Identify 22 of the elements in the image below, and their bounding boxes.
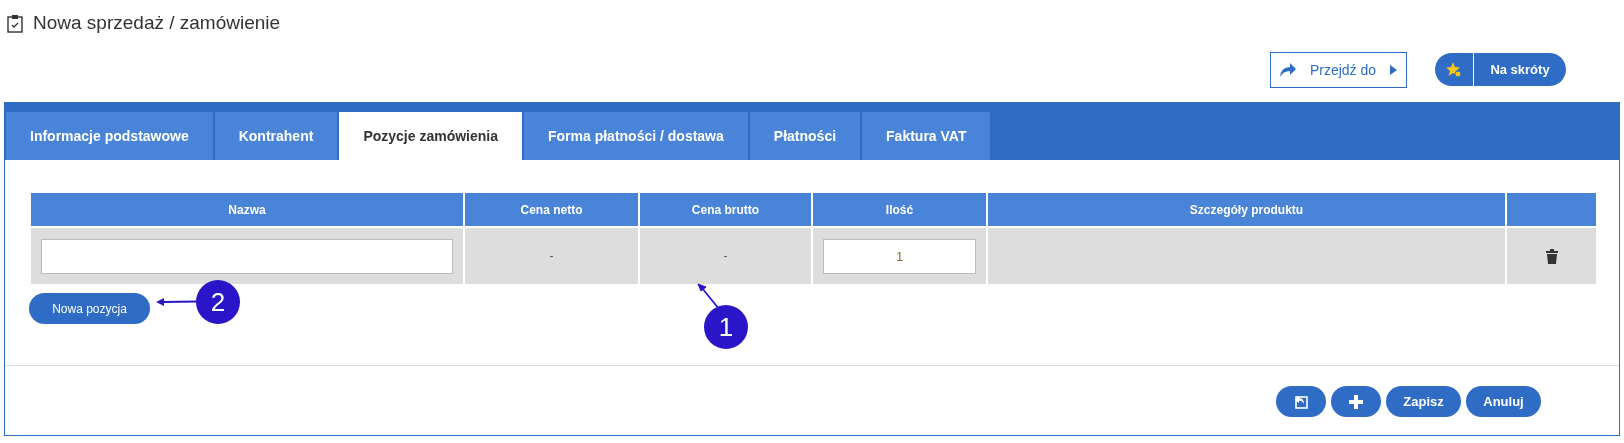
callout-number: 1 (704, 305, 748, 349)
column-header: Cena netto (465, 193, 638, 226)
action-button[interactable]: Anuluj (1466, 386, 1541, 417)
page-title: Nowa sprzedaż / zamówienie (33, 12, 281, 34)
goto-button[interactable]: Przejdź do (1270, 52, 1407, 88)
column-header: Ilość (813, 193, 986, 226)
table-cell: - (465, 228, 638, 284)
column-header: Szczegóły produktu (988, 193, 1505, 226)
column-header: Nazwa (31, 193, 463, 226)
quantity-input-field[interactable]: 1 (823, 238, 976, 274)
tab[interactable]: Kontrahent (214, 112, 338, 160)
column-header: Cena brutto (640, 193, 811, 226)
callout-number: 2 (196, 280, 240, 324)
new-item-button[interactable]: Nowa pozycja (29, 293, 150, 324)
tab[interactable]: Faktura VAT (862, 112, 991, 160)
tab[interactable]: Forma płatności / dostawa (524, 112, 748, 160)
action-button[interactable]: Zapisz (1386, 386, 1461, 417)
tab[interactable]: Informacje podstawowe (6, 112, 213, 160)
tab[interactable]: Pozycje zamówienia (339, 112, 522, 160)
table-cell: - (640, 228, 811, 284)
shortcuts-button[interactable]: Na skróty (1435, 53, 1566, 86)
tab[interactable]: Płatności (749, 112, 861, 160)
